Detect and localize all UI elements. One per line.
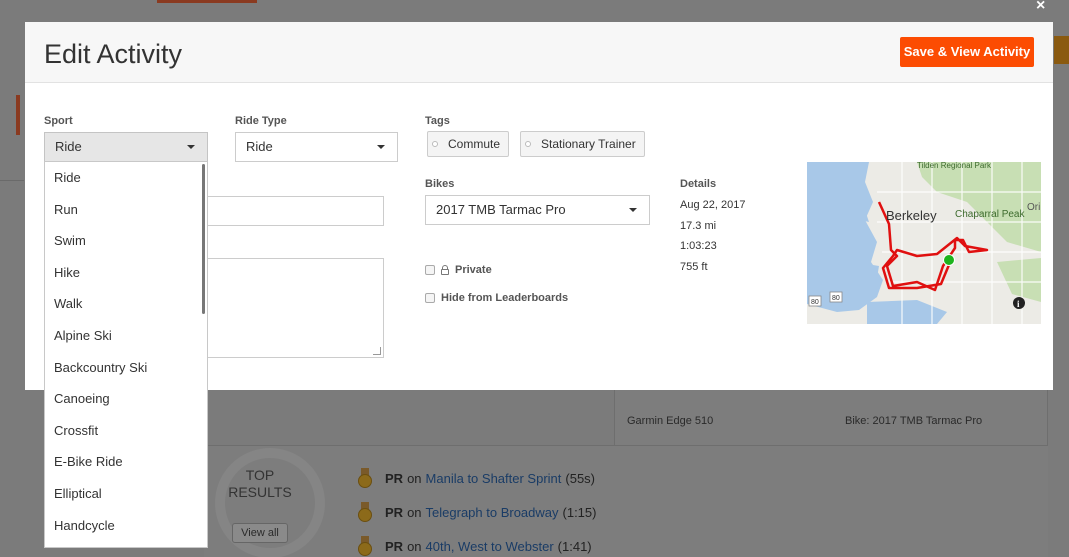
medal-icon xyxy=(357,536,373,556)
ride-type-label: Ride Type xyxy=(235,115,287,127)
tags-label: Tags xyxy=(425,115,450,127)
route-map[interactable]: Berkeley Tilden Regional Park Chaparral … xyxy=(807,162,1041,324)
modal-title: Edit Activity xyxy=(44,39,183,69)
hide-leaderboards-label: Hide from Leaderboards xyxy=(441,292,569,304)
resize-handle-icon[interactable] xyxy=(373,347,381,355)
tag-label: Stationary Trainer xyxy=(541,137,636,151)
start-marker xyxy=(943,254,955,266)
segment-link[interactable]: 40th, West to Webster xyxy=(426,539,554,554)
sport-select[interactable]: Ride xyxy=(44,132,208,162)
result-row: PR on Manila to Shafter Sprint (55s) xyxy=(357,467,595,489)
background-accent-strip xyxy=(16,95,20,135)
sport-option[interactable]: Handcycle xyxy=(45,510,207,542)
result-on-text: on xyxy=(407,538,422,554)
medal-icon xyxy=(357,502,373,522)
background-button xyxy=(1054,36,1069,64)
background-tab-indicator xyxy=(157,0,257,3)
ride-type-select[interactable]: Ride xyxy=(235,132,398,162)
sport-dropdown-list[interactable]: Ride Run Swim Hike Walk Alpine Ski Backc… xyxy=(44,161,208,548)
pr-label: PR xyxy=(385,538,404,554)
hide-leaderboards-option[interactable]: Hide from Leaderboards xyxy=(425,292,568,304)
bikes-label: Bikes xyxy=(425,178,455,190)
sport-option[interactable]: Crossfit xyxy=(45,415,207,447)
background-divider xyxy=(0,180,24,380)
hide-leaderboards-checkbox[interactable] xyxy=(425,293,435,303)
dropdown-scrollbar[interactable] xyxy=(202,164,205,314)
result-row: PR on Telegraph to Broadway (1:15) xyxy=(357,501,596,523)
pr-label: PR xyxy=(385,504,404,520)
ride-type-selected-value: Ride xyxy=(246,139,273,154)
sport-option[interactable]: Hike xyxy=(45,257,207,289)
chevron-down-icon xyxy=(377,145,385,149)
map-label-edge: Orin xyxy=(1027,202,1041,213)
sport-option[interactable]: Backcountry Ski xyxy=(45,352,207,384)
bike-selected-value: 2017 TMB Tarmac Pro xyxy=(436,202,566,217)
background-device-name: Garmin Edge 510 xyxy=(627,415,714,427)
tag-commute[interactable]: Commute xyxy=(427,131,510,157)
detail-duration: 1:03:23 xyxy=(680,240,717,252)
sport-option[interactable]: Canoeing xyxy=(45,383,207,415)
map-label-peak: Chaparral Peak xyxy=(955,209,1025,220)
tag-label: Commute xyxy=(448,137,501,151)
highway-80-label: 80 xyxy=(811,299,819,306)
background-bike-name: Bike: 2017 TMB Tarmac Pro xyxy=(845,415,983,427)
chevron-down-icon xyxy=(629,208,637,212)
sport-option[interactable]: Swim xyxy=(45,225,207,257)
sport-option[interactable]: Run xyxy=(45,194,207,226)
sport-option[interactable]: Alpine Ski xyxy=(45,320,207,352)
details-label: Details xyxy=(680,178,717,190)
view-all-button[interactable]: View all xyxy=(232,523,288,543)
highway-80-label: 80 xyxy=(832,295,840,302)
result-row: PR on 40th, West to Webster (1:41) xyxy=(357,535,592,557)
detail-elevation: 755 ft xyxy=(680,261,708,273)
sport-option[interactable]: E-Bike Ride xyxy=(45,446,207,478)
medal-icon xyxy=(357,468,373,488)
top-results-title: TOP RESULTS xyxy=(228,467,292,500)
save-and-view-button[interactable]: Save & View Activity xyxy=(900,37,1034,67)
result-time: (1:15) xyxy=(562,504,597,520)
sport-option[interactable]: Elliptical xyxy=(45,478,207,510)
tag-icon xyxy=(432,141,438,147)
tag-icon xyxy=(525,141,531,147)
segment-link[interactable]: Manila to Shafter Sprint xyxy=(426,471,562,486)
close-icon[interactable]: × xyxy=(1036,0,1045,15)
sport-label: Sport xyxy=(44,115,73,127)
result-time: (1:41) xyxy=(557,538,592,554)
detail-date: Aug 22, 2017 xyxy=(680,199,746,211)
sport-option[interactable]: Walk xyxy=(45,288,207,320)
map-label-city: Berkeley xyxy=(886,208,937,223)
sport-selected-value: Ride xyxy=(55,139,82,154)
pr-label: PR xyxy=(385,470,404,486)
detail-distance: 17.3 mi xyxy=(680,220,717,232)
private-option[interactable]: Private xyxy=(425,264,492,276)
private-label: Private xyxy=(455,264,492,276)
result-time: (55s) xyxy=(565,470,596,486)
result-on-text: on xyxy=(407,504,422,520)
sport-option[interactable]: Ride xyxy=(45,162,207,194)
lock-icon xyxy=(441,265,449,275)
result-on-text: on xyxy=(407,470,422,486)
map-canvas: Berkeley Tilden Regional Park Chaparral … xyxy=(807,162,1041,324)
tag-stationary-trainer[interactable]: Stationary Trainer xyxy=(520,131,645,157)
chevron-down-icon xyxy=(187,145,195,149)
modal-header: Edit Activity Save & View Activity xyxy=(25,22,1053,83)
private-checkbox[interactable] xyxy=(425,265,435,275)
map-label-park: Tilden Regional Park xyxy=(917,162,992,170)
bike-select[interactable]: 2017 TMB Tarmac Pro xyxy=(425,195,650,225)
segment-link[interactable]: Telegraph to Broadway xyxy=(426,505,559,520)
background-results-panel xyxy=(204,445,1048,557)
